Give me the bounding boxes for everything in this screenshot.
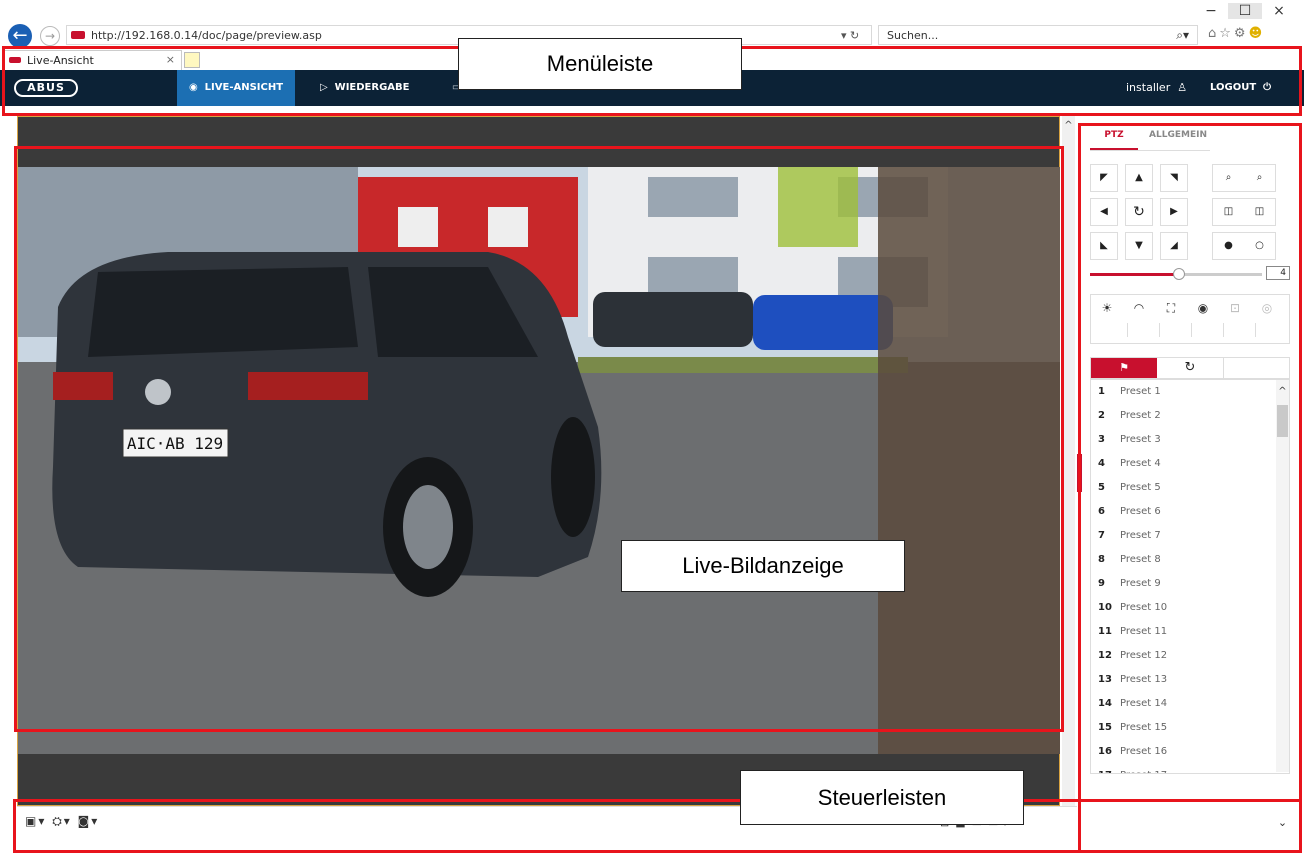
home-icon[interactable]: ⌂ <box>1208 26 1219 41</box>
refresh-icon[interactable]: ▾ ↻ <box>841 29 859 42</box>
back-button[interactable]: ← <box>8 24 32 48</box>
annotation-box-controls <box>13 799 1302 853</box>
annotation-label-menu: Menüleiste <box>458 38 742 90</box>
search-placeholder: Suchen... <box>887 29 939 42</box>
window-controls: − ☐ × <box>1194 3 1296 19</box>
browser-toolbar-icons[interactable]: ⌂☆⚙☻ <box>1208 26 1265 41</box>
url-text[interactable]: http://192.168.0.14/doc/page/preview.asp <box>91 29 322 42</box>
close-window-button[interactable]: × <box>1262 3 1296 19</box>
annotation-box-live <box>14 146 1064 732</box>
scroll-up-icon[interactable]: ^ <box>1062 120 1075 131</box>
search-icon[interactable]: ⌕▾ <box>1176 28 1189 43</box>
favorites-icon[interactable]: ☆ <box>1219 26 1234 41</box>
minimize-button[interactable]: − <box>1194 3 1228 19</box>
annotation-box-ptz <box>1078 123 1302 853</box>
site-icon <box>71 31 85 39</box>
settings-icon[interactable]: ⚙ <box>1234 26 1249 41</box>
search-input[interactable]: Suchen... ⌕▾ <box>878 25 1198 45</box>
annotation-label-controls: Steuerleisten <box>740 770 1024 825</box>
smiley-icon[interactable]: ☻ <box>1249 26 1266 41</box>
forward-button[interactable]: → <box>40 26 60 46</box>
annotation-label-live: Live-Bildanzeige <box>621 540 905 592</box>
maximize-button[interactable]: ☐ <box>1228 3 1262 19</box>
